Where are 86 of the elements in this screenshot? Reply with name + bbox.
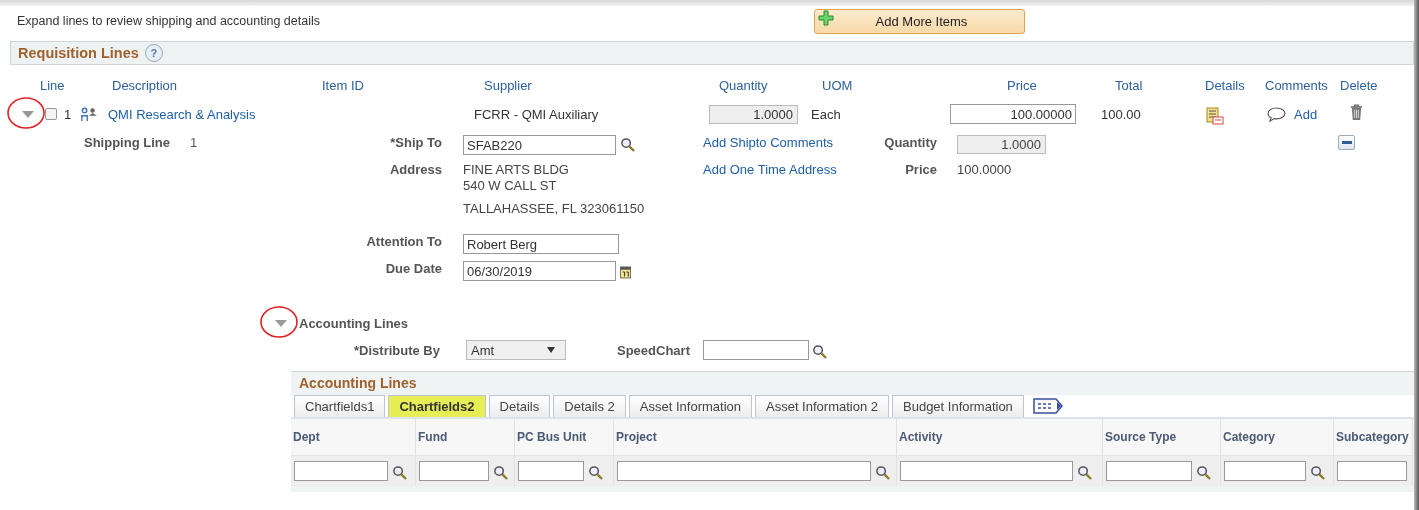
address-line: TALLAHASSEE, FL 323061150 (463, 201, 645, 217)
price-label: Price (904, 162, 937, 179)
column-header: Delete (1340, 77, 1379, 93)
plus-icon (818, 9, 834, 26)
uom-text: Each (810, 106, 842, 122)
speedchart-label: SpeedChart (617, 342, 690, 358)
chartfield-input[interactable] (1337, 461, 1407, 481)
search-icon[interactable] (1077, 464, 1092, 480)
add-comment-link[interactable]: Add (1294, 106, 1318, 122)
chartfield-input[interactable] (1106, 461, 1192, 481)
highlight-circle (259, 305, 299, 339)
collapse-button[interactable] (1338, 135, 1355, 150)
add-more-items-button[interactable]: Add More Items (814, 8, 1025, 34)
add-one-time-address-link[interactable]: Add One Time Address (703, 162, 883, 217)
collapse-arrow-icon[interactable] (273, 318, 288, 328)
supplier-text: FCRR - QMI Auxiliary (473, 106, 600, 122)
column-header: Price (1006, 77, 1038, 93)
price-field[interactable]: 100.00000 (950, 104, 1076, 124)
total-text: 100.00 (1100, 106, 1142, 122)
quantity-field: 1.0000 (709, 104, 798, 124)
accounting-lines-heading: Accounting Lines (299, 315, 409, 331)
minus-icon (1341, 140, 1352, 145)
people-icon (80, 106, 98, 122)
details-document-icon[interactable] (1206, 106, 1224, 125)
ship-to-label: *Ship To (389, 135, 442, 152)
checkbox[interactable] (45, 108, 57, 120)
tab[interactable]: Budget Information (892, 395, 1024, 417)
distribute-by-label: *Distribute By (353, 342, 440, 358)
highlight-circle (6, 96, 46, 130)
tab[interactable]: Details (488, 395, 551, 417)
section-title: Requisition Lines (18, 45, 139, 61)
column-header: Item ID (322, 77, 365, 93)
search-icon[interactable] (1310, 464, 1325, 480)
quantity-label: Quantity (883, 135, 937, 152)
due-date-label: Due Date (384, 261, 442, 278)
tab[interactable]: Details 2 (553, 395, 626, 417)
price-text: 100.0000 (956, 162, 1013, 179)
column-header: Line (40, 77, 66, 93)
trash-icon[interactable] (1350, 104, 1363, 121)
chartfield-input[interactable] (518, 461, 584, 481)
tab[interactable]: Chartfields2 (388, 395, 486, 417)
column-header: Details (1204, 77, 1246, 93)
tab[interactable]: Chartfields1 (294, 395, 386, 417)
grid-title: Accounting Lines (298, 374, 418, 393)
distribute-by-dropdown[interactable]: Amt (466, 340, 566, 360)
column-header: UOM (821, 77, 854, 93)
address-line: FINE ARTS BLDG (463, 162, 569, 178)
search-icon[interactable] (620, 137, 635, 152)
instruction-text: Expand lines to review shipping and accounting details (16, 14, 321, 28)
column-header: Total (1114, 77, 1144, 93)
caret-icon (547, 347, 555, 353)
search-icon[interactable] (493, 464, 508, 480)
address-label: Address (388, 162, 442, 179)
tab[interactable]: Asset Information 2 (755, 395, 889, 417)
help-button[interactable]: ? (144, 44, 163, 62)
tab[interactable]: Asset Information (628, 395, 752, 417)
chartfield-input[interactable] (1224, 461, 1306, 481)
speedchart-field[interactable] (702, 340, 809, 360)
search-icon[interactable] (588, 464, 603, 480)
item-description-link[interactable]: QMI Research & Analysis (108, 106, 256, 122)
chartfield-input[interactable] (617, 461, 871, 481)
line-number: 1 (63, 106, 73, 122)
column-header: Supplier (483, 77, 533, 93)
show-all-columns-icon[interactable] (1032, 398, 1063, 414)
shipping-line-number: 1 (190, 135, 199, 150)
due-date-field[interactable]: 06/30/2019 (463, 261, 616, 281)
search-icon[interactable] (811, 343, 827, 359)
quantity-field: 1.0000 (957, 135, 1046, 154)
shipping-line-label: Shipping Line (83, 135, 171, 152)
ship-to-field[interactable]: SFAB220 (463, 135, 616, 155)
column-header: Comments (1264, 77, 1329, 93)
attention-to-field[interactable]: Robert Berg (463, 234, 619, 254)
search-icon[interactable] (1196, 464, 1211, 480)
calendar-icon[interactable] (620, 265, 631, 279)
collapse-arrow-icon[interactable] (20, 109, 35, 119)
search-icon[interactable] (392, 464, 407, 480)
chartfield-input[interactable] (294, 461, 388, 481)
speech-bubble-icon[interactable] (1267, 106, 1286, 122)
attention-to-label: Attention To (365, 234, 442, 251)
column-header: Quantity (718, 77, 769, 93)
column-header: Description (111, 77, 179, 93)
search-icon[interactable] (875, 464, 890, 480)
address-line: 540 W CALL ST (463, 178, 557, 194)
chartfield-input[interactable] (900, 461, 1073, 481)
add-shipto-comments-link[interactable]: Add Shipto Comments (703, 135, 883, 155)
chartfield-input[interactable] (419, 461, 489, 481)
